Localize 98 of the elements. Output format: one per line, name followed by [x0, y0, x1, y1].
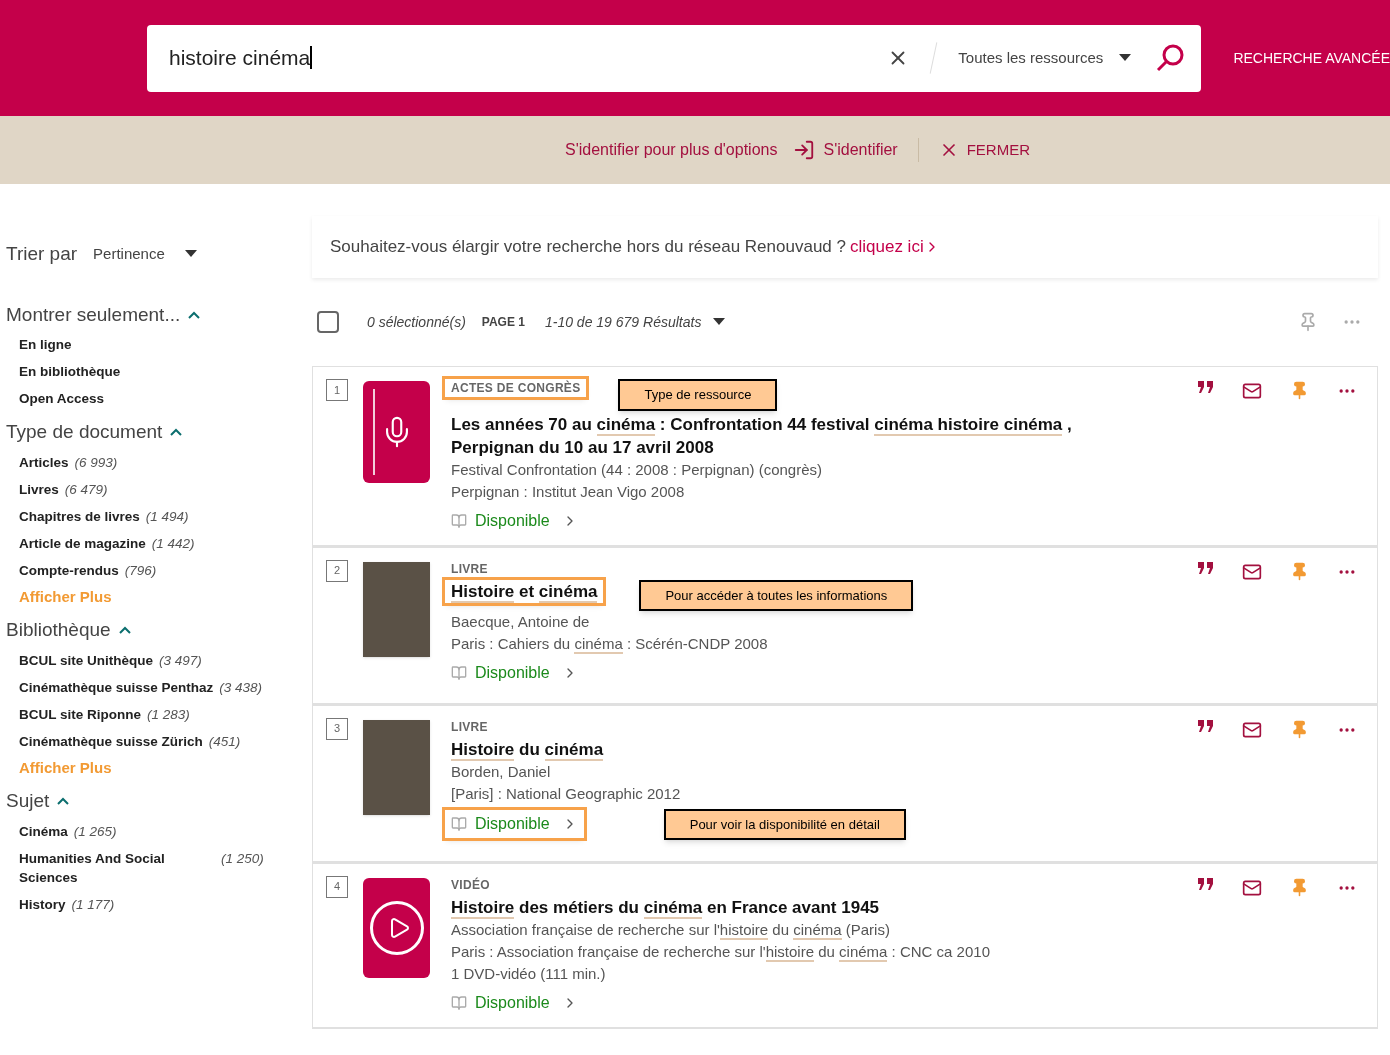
result-title-link[interactable]: Les années 70 au cinéma : Confrontation 44 festival cinéma histoire cinéma , Perpignan du 10 au 17 avril 2008 [445, 412, 1125, 459]
result-number[interactable]: 4 [326, 875, 348, 898]
facet-count: (6 993) [74, 453, 118, 472]
results-count-dropdown[interactable]: 1-10 de 19 679 Résultats [544, 311, 726, 333]
login-button[interactable]: S'identifier [793, 138, 898, 162]
quote-icon[interactable] [1198, 561, 1214, 574]
scope-dropdown[interactable]: Toutes les ressources [958, 46, 1132, 70]
result-number[interactable]: 3 [326, 717, 348, 740]
facet-option[interactable]: En bibliothèque [19, 362, 121, 381]
facet-option[interactable]: BCUL site Riponne [19, 704, 141, 724]
sort-dropdown[interactable]: Pertinence [93, 243, 197, 266]
facet-count: (1 250) [221, 849, 264, 868]
result-number[interactable]: 1 [326, 379, 348, 401]
facet-option[interactable]: Chapitres de livres [19, 506, 140, 526]
result-card[interactable]: 2 LIVRE Histoire et cinéma Pour accéder à toutes les informations Baecque, Antoine de Paris : Cahiers du cinéma : Scérén-CNDP 2008 Disponible [312, 546, 1378, 705]
result-detail: Paris : Cahiers du cinéma : Scérén-CNDP 2008 [451, 634, 769, 655]
result-detail: [Paris] : National Geographic 2012 [451, 783, 682, 804]
collapse-icon [118, 626, 131, 635]
search-input-text: histoire cinéma [169, 46, 313, 70]
facet-heading[interactable]: Sujet [6, 787, 70, 816]
resource-type-label: VIDÉO [450, 876, 491, 894]
facet-heading[interactable]: Bibliothèque [6, 616, 131, 645]
resource-type-label: LIVRE [450, 718, 489, 736]
result-detail: Baecque, Antoine de [451, 612, 591, 632]
facet-option[interactable]: Cinémathèque suisse Zürich [19, 731, 203, 751]
quote-icon[interactable] [1198, 877, 1214, 890]
availability-link[interactable]: Disponible [445, 659, 584, 687]
facet-count: (3 497) [159, 651, 202, 670]
facet-count: (796) [124, 561, 157, 580]
resource-type-label: ACTES DE CONGRÈS [445, 379, 587, 397]
sort-label: Trier par [6, 242, 78, 266]
facet-count: (1 265) [73, 822, 117, 841]
facet-option[interactable]: BCUL site Unithèque [19, 650, 153, 670]
result-detail: Borden, Daniel [451, 761, 552, 782]
collapse-icon [170, 428, 183, 437]
facet-option[interactable]: History [19, 894, 66, 914]
close-button[interactable]: FERMER [938, 138, 1030, 162]
book-icon [451, 994, 467, 1011]
resource-type-label: LIVRE [450, 560, 489, 578]
result-title-link[interactable]: Histoire du cinéma [445, 737, 610, 761]
availability-link[interactable]: Disponible [445, 506, 584, 535]
conference-book-icon [363, 381, 430, 483]
collapse-icon [57, 797, 70, 806]
facet-heading[interactable]: Montrer seulement... [6, 300, 201, 329]
facet-option[interactable]: Livres [19, 479, 59, 499]
banner-text: Souhaitez-vous élargir votre recherche hors du réseau Renouvaud ? [330, 236, 846, 259]
availability-link[interactable]: Disponible [445, 810, 584, 839]
annotation-callout: Pour voir la disponibilité en détail [663, 808, 906, 840]
caret-icon [713, 318, 726, 326]
book-icon [451, 665, 467, 681]
advanced-search-link[interactable]: RECHERCHE AVANCÉE [1233, 47, 1390, 69]
result-number[interactable]: 2 [326, 559, 348, 582]
facet-count: (1 283) [147, 705, 190, 724]
collapse-icon [188, 310, 201, 319]
annotation-callout: Pour accéder à toutes les informations [639, 579, 914, 611]
caret-icon [1119, 54, 1132, 62]
result-card[interactable]: 3 LIVRE Histoire du cinéma Borden, Daniel [Paris] : National Geographic 2012 Disponible Pour voir la disponibilité en détail [312, 704, 1378, 863]
facet-option[interactable]: Article de magazine [19, 533, 146, 553]
login-prompt: S'identifier pour plus d'options [565, 140, 778, 160]
availability-link[interactable]: Disponible [445, 988, 584, 1017]
caret-icon [184, 250, 197, 259]
facet-option[interactable]: En ligne [19, 335, 72, 354]
video-icon [363, 877, 430, 978]
search-icon[interactable] [1155, 43, 1186, 73]
result-detail: 1 DVD-vidéo (111 min.) [451, 963, 607, 984]
result-title-link[interactable]: Histoire des métiers du cinéma en France avant 1945 [445, 895, 886, 919]
result-card[interactable] [312, 366, 1378, 547]
facet-option[interactable]: Cinéma [19, 821, 68, 841]
book-icon [451, 816, 467, 833]
mail-icon[interactable] [1242, 381, 1262, 401]
facet-option[interactable]: Open Access [19, 389, 105, 408]
book-icon [451, 512, 467, 529]
expand-search-link[interactable]: cliquez ici [849, 234, 940, 260]
login-icon [793, 139, 816, 161]
result-title-link[interactable]: Histoire et cinéma [445, 579, 604, 603]
facet-option[interactable]: Cinémathèque suisse Penthaz [19, 677, 214, 697]
result-detail: Paris : Association française de recherche sur l'histoire du cinéma : CNC ca 2010 [451, 941, 991, 963]
result-detail: Festival Confrontation (44 : 2008 : Perpignan) (congrès) [451, 459, 824, 480]
facet-count: (1 442) [151, 534, 195, 553]
selected-count: 0 sélectionné(s) [367, 312, 466, 332]
quote-icon[interactable] [1198, 381, 1214, 393]
facet-heading[interactable]: Type de document [6, 418, 183, 447]
facet-option[interactable]: Compte-rendus [19, 560, 119, 580]
facet-count: (3 438) [219, 678, 263, 697]
annotation-callout: Type de ressource [618, 379, 778, 411]
facet-count: (1 177) [71, 895, 115, 914]
facet-option[interactable]: Humanities And Social Sciences [19, 848, 215, 887]
quote-icon[interactable] [1198, 719, 1214, 732]
facet-count: (1 494) [145, 507, 189, 526]
search-field[interactable]: histoire cinéma Toutes les ressources [147, 24, 1202, 92]
facet-count: (451) [208, 732, 241, 751]
facet-option[interactable]: Articles [19, 452, 69, 472]
result-card[interactable] [312, 862, 1378, 1029]
page-label: PAGE 1 [481, 314, 525, 331]
facet-count: (6 479) [64, 480, 108, 499]
result-detail: Association française de recherche sur l'histoire du cinéma (Paris) [451, 919, 891, 941]
result-detail: Perpignan : Institut Jean Vigo 2008 [451, 481, 686, 502]
select-all-checkbox[interactable] [317, 311, 339, 333]
